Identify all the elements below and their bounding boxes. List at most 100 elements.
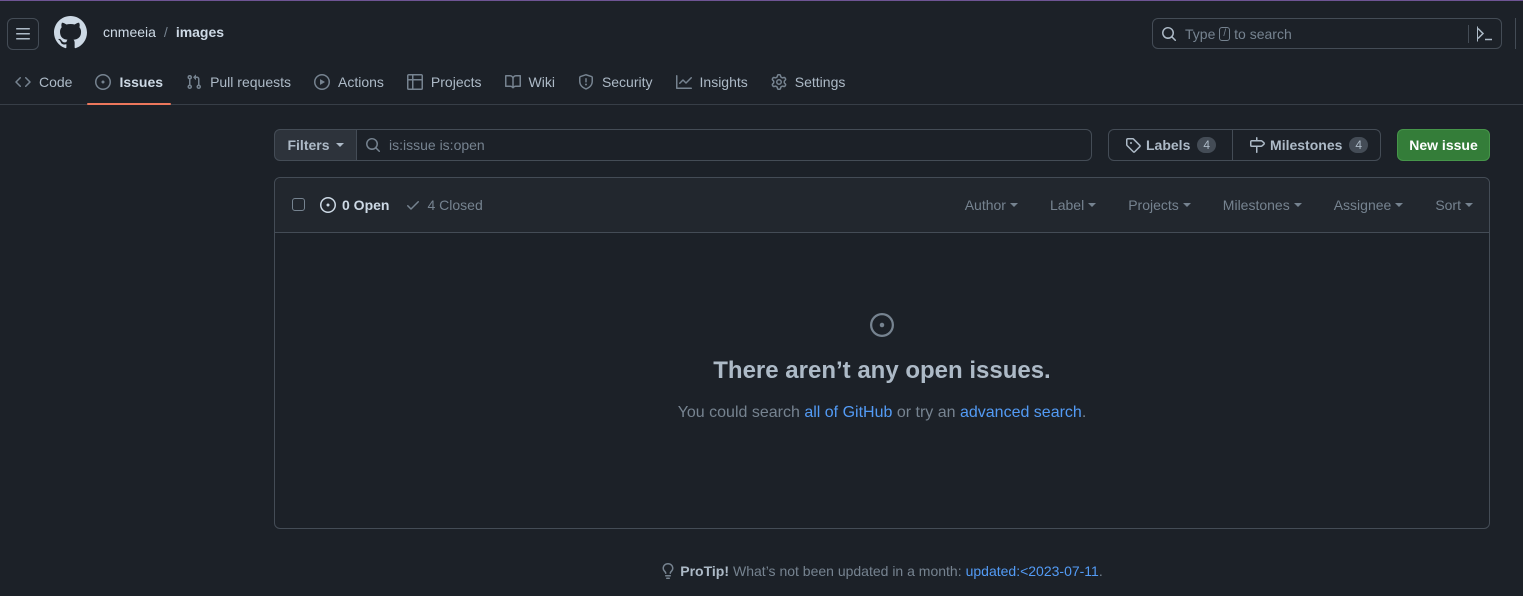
- milestones-filter[interactable]: Milestones: [1223, 197, 1302, 213]
- chevron-down-icon: [1182, 203, 1191, 207]
- light-bulb-icon: [662, 563, 674, 579]
- search-divider: [1468, 25, 1469, 43]
- search-icon: [366, 138, 381, 153]
- projects-filter[interactable]: Projects: [1128, 197, 1191, 213]
- search-placeholder-suffix: to search: [1234, 25, 1292, 42]
- issues-list-box: 0 Open 4 Closed Author Label Projects Mi…: [274, 177, 1490, 529]
- issue-search-input[interactable]: is:issue is:open: [356, 129, 1092, 161]
- advanced-search-link[interactable]: advanced search: [960, 404, 1082, 421]
- tab-insights-label: Insights: [699, 74, 748, 90]
- label-filter[interactable]: Label: [1050, 197, 1097, 213]
- milestones-filter-label: Milestones: [1222, 197, 1290, 213]
- play-icon: [314, 74, 330, 90]
- github-logo-icon[interactable]: [54, 16, 87, 49]
- projects-filter-label: Projects: [1128, 197, 1179, 213]
- search-icon: [1162, 26, 1177, 41]
- tab-code[interactable]: Code: [7, 61, 80, 103]
- breadcrumb: cnmeeia / images: [103, 24, 224, 40]
- closed-issues-link[interactable]: 4 Closed: [405, 197, 483, 213]
- protip-end: .: [1098, 563, 1103, 579]
- tab-actions[interactable]: Actions: [306, 61, 392, 103]
- graph-icon: [675, 74, 692, 90]
- blank-slate-title: There aren’t any open issues.: [713, 357, 1051, 384]
- chevron-down-icon: [1395, 203, 1404, 207]
- tab-projects-label: Projects: [430, 74, 482, 90]
- global-search-input[interactable]: Type / to search: [1152, 18, 1502, 49]
- tab-insights[interactable]: Insights: [668, 61, 756, 103]
- blank-text-2: or try an: [896, 404, 956, 421]
- tab-security-label: Security: [601, 74, 653, 90]
- blank-text-1: You could search: [677, 404, 800, 421]
- labels-count-badge: 4: [1197, 137, 1217, 153]
- tab-issues-label: Issues: [119, 74, 164, 90]
- tab-wiki-label: Wiki: [528, 74, 555, 90]
- blank-slate: There aren’t any open issues. You could …: [275, 313, 1489, 422]
- breadcrumb-separator: /: [163, 24, 168, 40]
- tab-security[interactable]: Security: [570, 61, 661, 103]
- open-issues-link[interactable]: 0 Open: [320, 197, 389, 213]
- tab-projects[interactable]: Projects: [399, 61, 490, 103]
- milestones-button[interactable]: Milestones 4: [1232, 130, 1384, 160]
- tab-wiki[interactable]: Wiki: [497, 61, 563, 103]
- repo-tabs: Code Issues Pull requests Actions Projec…: [0, 61, 853, 105]
- search-placeholder-prefix: Type: [1185, 25, 1216, 42]
- issues-list-header: 0 Open 4 Closed Author Label Projects Mi…: [275, 178, 1489, 233]
- search-placeholder: Type / to search: [1185, 26, 1292, 42]
- select-all-checkbox[interactable]: [292, 198, 305, 211]
- table-icon: [406, 74, 423, 90]
- blank-slate-text: You could search all of GitHub or try an…: [275, 404, 1489, 422]
- author-filter[interactable]: Author: [965, 197, 1018, 213]
- labels-label: Labels: [1146, 137, 1191, 153]
- tab-pull-requests-label: Pull requests: [210, 74, 291, 90]
- issue-search-query: is:issue is:open: [389, 137, 485, 153]
- new-issue-button[interactable]: New issue: [1397, 129, 1490, 161]
- tab-actions-label: Actions: [338, 74, 384, 90]
- tab-issues[interactable]: Issues: [87, 61, 171, 105]
- sort-filter[interactable]: Sort: [1435, 197, 1473, 213]
- blank-text-3: .: [1081, 404, 1087, 421]
- sort-filter-label: Sort: [1435, 197, 1461, 213]
- author-filter-label: Author: [964, 197, 1006, 213]
- breadcrumb-repo[interactable]: images: [176, 24, 224, 40]
- search-all-github-link[interactable]: all of GitHub: [804, 404, 892, 421]
- filters-button[interactable]: Filters: [274, 129, 357, 161]
- protip-search-link[interactable]: updated:<2023-07-11: [966, 563, 1099, 579]
- tab-settings-label: Settings: [794, 74, 846, 90]
- labels-button[interactable]: Labels 4: [1109, 130, 1232, 160]
- issue-opened-icon: [95, 74, 112, 90]
- filters-label: Filters: [287, 137, 330, 153]
- tab-pull-requests[interactable]: Pull requests: [178, 61, 299, 103]
- open-issues-label: 0 Open: [342, 197, 390, 213]
- shield-icon: [578, 74, 594, 90]
- protip-text: What’s not been updated in a month:: [733, 563, 962, 579]
- search-shortcut-key: /: [1219, 26, 1231, 41]
- command-palette-icon[interactable]: [1477, 26, 1493, 42]
- protip: ProTip! What’s not been updated in a mon…: [0, 563, 1523, 579]
- milestone-icon: [1250, 137, 1266, 153]
- tab-code-label: Code: [39, 74, 73, 90]
- chevron-down-icon: [335, 143, 344, 147]
- issue-opened-icon: [320, 197, 336, 213]
- issue-filter-menus: Author Label Projects Milestones Assigne…: [965, 197, 1473, 213]
- git-pull-request-icon: [186, 74, 202, 90]
- repo-header: cnmeeia / images Type / to search Code I…: [0, 1, 1523, 105]
- protip-label: ProTip!: [680, 563, 730, 579]
- tab-settings[interactable]: Settings: [763, 61, 854, 103]
- chevron-down-icon: [1293, 203, 1302, 207]
- book-icon: [504, 74, 521, 90]
- milestones-label: Milestones: [1270, 137, 1343, 153]
- hamburger-icon: [16, 28, 30, 40]
- check-icon: [407, 201, 420, 210]
- breadcrumb-owner[interactable]: cnmeeia: [103, 24, 156, 40]
- closed-issues-label: 4 Closed: [427, 197, 483, 213]
- chevron-down-icon: [1088, 203, 1097, 207]
- labels-milestones-group: Labels 4 Milestones 4: [1108, 129, 1381, 161]
- chevron-down-icon: [1465, 203, 1473, 207]
- assignee-filter-label: Assignee: [1333, 197, 1392, 213]
- code-icon: [15, 74, 31, 90]
- menu-button[interactable]: [7, 18, 39, 50]
- issue-state-toggle: 0 Open 4 Closed: [320, 197, 483, 213]
- milestones-count-badge: 4: [1349, 137, 1369, 153]
- tag-icon: [1126, 138, 1141, 153]
- assignee-filter[interactable]: Assignee: [1334, 197, 1404, 213]
